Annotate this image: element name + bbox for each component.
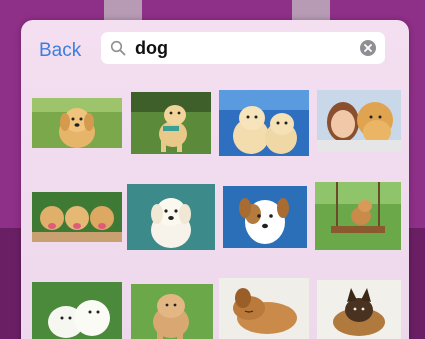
result-woman-with-golden-retriever[interactable] — [317, 90, 401, 152]
result-puppy-on-grass[interactable] — [131, 92, 211, 154]
search-icon — [110, 40, 126, 56]
result-chow-puppy[interactable] — [131, 284, 213, 339]
result-sleeping-puppy[interactable] — [219, 278, 309, 339]
result-samoyed-puppies[interactable] — [32, 282, 122, 339]
clear-icon[interactable] — [360, 40, 376, 56]
result-two-retriever-puppies[interactable] — [219, 90, 309, 156]
result-jack-russell[interactable] — [223, 186, 307, 248]
result-shepherd-puppy[interactable] — [317, 280, 401, 339]
screen: Back dog — [0, 0, 425, 339]
search-field[interactable]: dog — [101, 32, 385, 64]
result-white-puppy[interactable] — [127, 184, 215, 250]
back-button[interactable]: Back — [39, 40, 81, 62]
result-dog-on-swing[interactable] — [315, 182, 401, 250]
result-golden-retriever-puppy[interactable] — [32, 98, 122, 148]
result-three-puppies[interactable] — [32, 192, 122, 242]
search-input[interactable]: dog — [135, 38, 168, 59]
image-search-popover: Back dog — [21, 20, 409, 339]
